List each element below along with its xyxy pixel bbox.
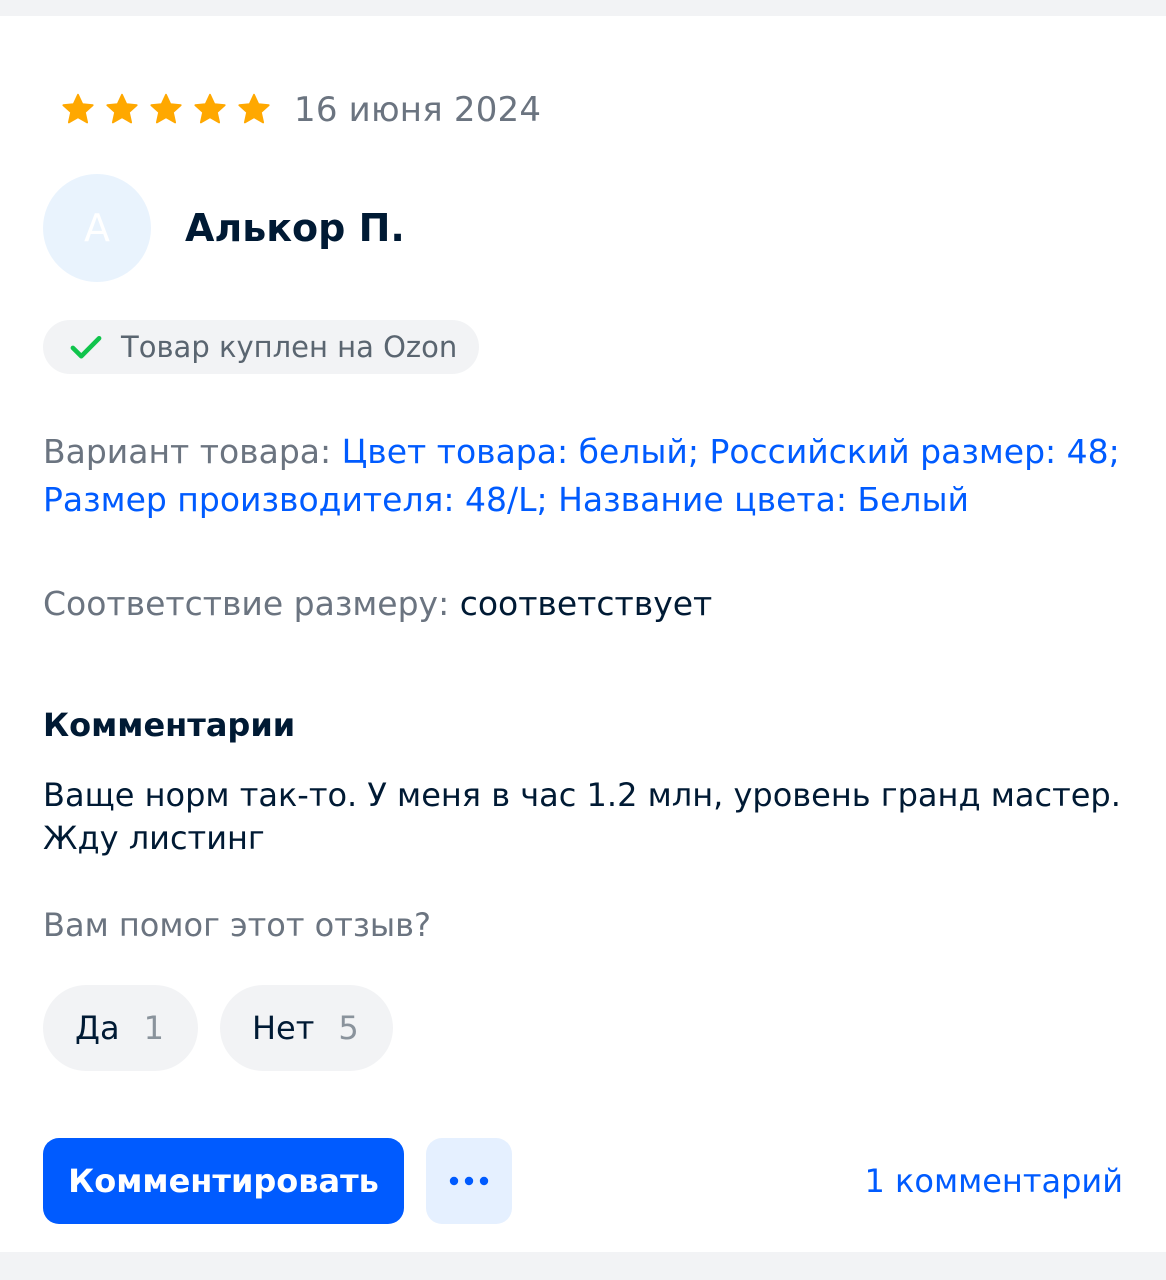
star-icon [150, 93, 182, 124]
author-name[interactable]: Алькор П. [185, 206, 405, 250]
rating-row: 16 июня 2024 [60, 88, 541, 132]
variant-label: Вариант товара: [43, 432, 342, 471]
vote-no-button[interactable]: Нет 5 [219, 985, 393, 1071]
action-row: Комментировать 1 комментарий [43, 1138, 1123, 1224]
comment-button[interactable]: Комментировать [43, 1138, 404, 1224]
ellipsis-icon [449, 1176, 489, 1186]
size-fit: Соответствие размеру: соответствует [43, 582, 712, 626]
comments-heading: Комментарии [43, 706, 296, 744]
more-options-button[interactable] [426, 1138, 512, 1224]
purchased-badge-label: Товар куплен на Ozon [121, 330, 458, 364]
comments-count-link[interactable]: 1 комментарий [865, 1138, 1123, 1224]
size-fit-label: Соответствие размеру: [43, 584, 460, 623]
vote-row: Да 1 Нет 5 [43, 985, 415, 1071]
vote-no-count: 5 [338, 1009, 359, 1047]
vote-yes-label: Да [75, 1009, 120, 1047]
helpful-question: Вам помог этот отзыв? [43, 906, 432, 944]
author-row: А Алькор П. [43, 174, 405, 282]
product-variant: Вариант товара: Цвет товара: белый; Росс… [43, 428, 1123, 524]
star-icon [62, 93, 94, 124]
review-card: 16 июня 2024 А Алькор П. Товар куплен на… [0, 16, 1166, 1252]
star-icon [194, 93, 226, 124]
star-icon [238, 93, 270, 124]
purchased-badge: Товар куплен на Ozon [43, 320, 480, 374]
vote-yes-count: 1 [143, 1009, 164, 1047]
size-fit-value: соответствует [459, 584, 713, 623]
vote-no-label: Нет [251, 1009, 315, 1047]
avatar[interactable]: А [43, 174, 151, 282]
vote-yes-button[interactable]: Да 1 [43, 985, 198, 1071]
star-rating [60, 92, 280, 128]
check-icon [70, 335, 102, 359]
review-date: 16 июня 2024 [294, 90, 542, 130]
star-icon [106, 93, 138, 124]
review-comment-text: Ваще норм так-то. У меня в час 1.2 млн, … [43, 776, 1121, 857]
